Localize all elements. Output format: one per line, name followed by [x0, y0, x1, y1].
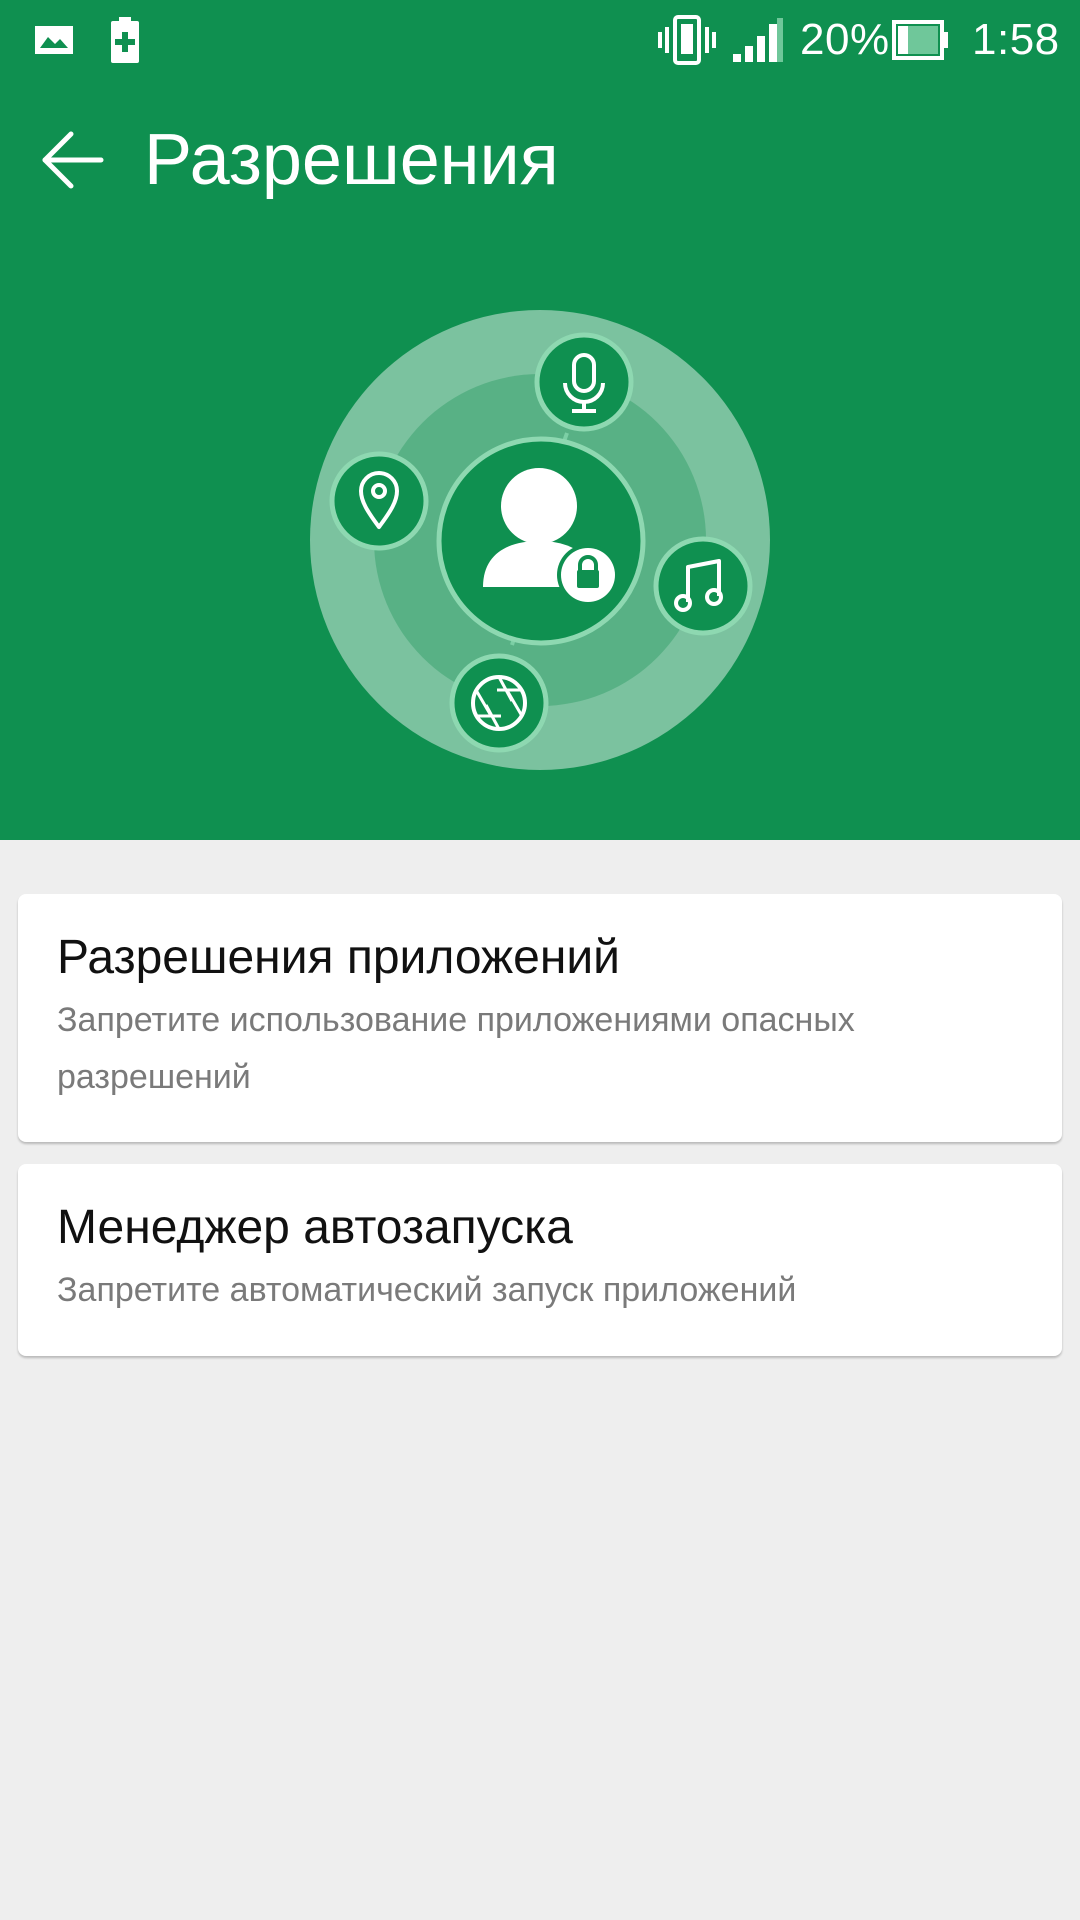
screen: 20% 1:58 Разрешения Разрешения приложени…	[0, 0, 1080, 1920]
toolbar: Разрешения	[0, 80, 1080, 240]
back-button[interactable]	[28, 116, 116, 204]
battery-icon	[892, 0, 950, 80]
card-title: Менеджер автозапуска	[57, 1201, 573, 1254]
status-bar: 20% 1:58	[0, 0, 1080, 80]
signal-icon	[732, 0, 784, 80]
battery-percent: 20%	[800, 15, 890, 64]
card-subtitle: Запретите использование приложениями опа…	[57, 1001, 855, 1096]
page-title: Разрешения	[144, 120, 559, 200]
vibrate-icon	[658, 0, 716, 80]
arrow-left-icon	[42, 131, 104, 189]
card-app-permissions[interactable]: Разрешения приложений Запретите использо…	[18, 894, 1062, 1142]
clock: 1:58	[972, 15, 1060, 64]
card-title: Разрешения приложений	[57, 931, 620, 984]
microphone-icon	[534, 332, 634, 432]
music-note-icon	[653, 536, 753, 636]
user-lock-icon	[436, 436, 646, 646]
battery-saver-icon	[110, 0, 140, 80]
location-pin-icon	[329, 451, 429, 551]
permissions-illustration	[310, 310, 770, 770]
card-subtitle: Запретите автоматический запуск приложен…	[57, 1271, 797, 1309]
header: 20% 1:58 Разрешения	[0, 0, 1080, 840]
camera-aperture-icon	[449, 653, 549, 753]
gallery-icon	[34, 0, 74, 80]
card-autostart-manager[interactable]: Менеджер автозапуска Запретите автоматич…	[18, 1164, 1062, 1356]
